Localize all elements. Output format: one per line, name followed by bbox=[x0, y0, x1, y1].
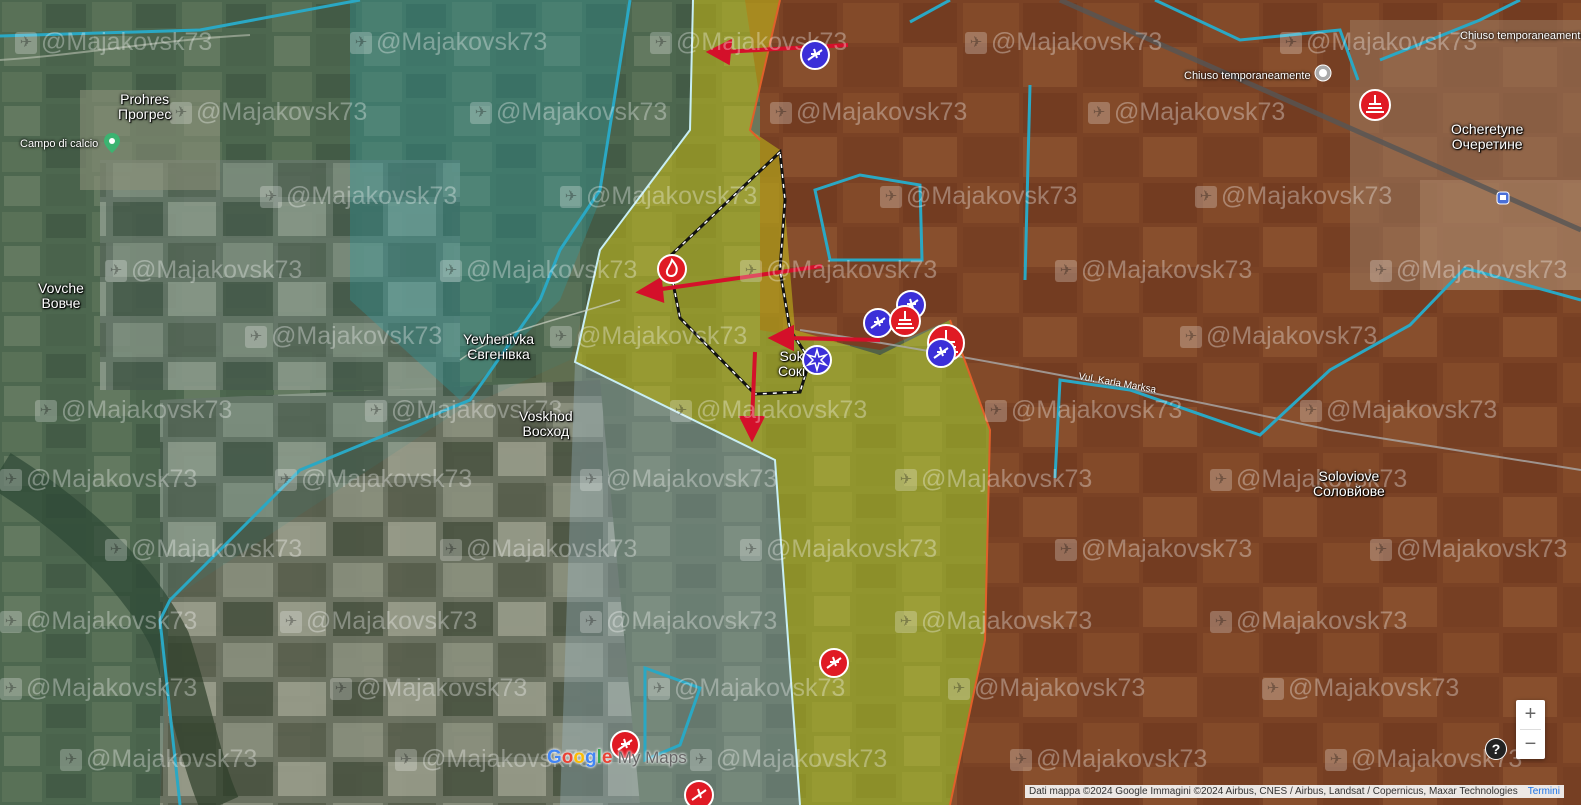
artillery-icon[interactable] bbox=[888, 304, 922, 338]
airstrike-icon[interactable] bbox=[926, 338, 956, 368]
place-label-prohres[interactable]: Prohres Прогрес bbox=[118, 92, 171, 122]
drone-strike-icon[interactable] bbox=[684, 780, 714, 805]
bus-stop-icon[interactable] bbox=[1496, 191, 1510, 205]
poi-label-football-pitch[interactable]: Campo di calcio bbox=[20, 138, 98, 150]
help-button[interactable]: ? bbox=[1485, 738, 1507, 760]
place-name-cyrillic: Вовче bbox=[41, 295, 81, 311]
place-name-latin: Sok bbox=[779, 348, 804, 364]
zoom-control: + − bbox=[1516, 700, 1545, 759]
attribution-text: Dati mappa ©2024 Google Immagini ©2024 A… bbox=[1029, 786, 1518, 797]
poi-label-closed[interactable]: Chiuso temporaneamente bbox=[1184, 70, 1311, 82]
fire-icon[interactable] bbox=[657, 254, 687, 284]
place-label-yevhenivka[interactable]: Yevhenivka Євгенівка bbox=[463, 332, 534, 362]
map-attribution: Dati mappa ©2024 Google Immagini ©2024 A… bbox=[1025, 785, 1564, 798]
closed-poi-icon[interactable] bbox=[1314, 64, 1332, 82]
poi-label-closed[interactable]: Chiuso temporaneamente bbox=[1460, 30, 1581, 42]
place-name-cyrillic: Восход bbox=[522, 423, 570, 439]
place-name-latin: Prohres bbox=[120, 91, 170, 107]
map-canvas[interactable]: ✈ @Majakovsk73 ✈ @Majakovsk73 ✈ @Majakovsk7… bbox=[0, 0, 1581, 805]
place-label-soloviove[interactable]: Soloviove Соловйове bbox=[1313, 469, 1385, 499]
map-imagery bbox=[0, 0, 1581, 805]
place-name-cyrillic: Очеретине bbox=[1451, 136, 1523, 152]
artillery-icon[interactable] bbox=[1358, 88, 1392, 122]
place-label-vovche[interactable]: Vovche Вовче bbox=[38, 281, 84, 311]
place-name-cyrillic: Прогрес bbox=[118, 106, 172, 122]
place-name-latin: Voskhod bbox=[519, 408, 573, 424]
terms-link[interactable]: Termini bbox=[1528, 786, 1560, 797]
place-name-cyrillic: Євгенівка bbox=[467, 346, 530, 362]
airstrike-icon[interactable] bbox=[800, 40, 830, 70]
place-name-cyrillic: Соловйове bbox=[1313, 483, 1385, 499]
place-label-voskhod[interactable]: Voskhod Восход bbox=[519, 409, 573, 439]
zoom-out-button[interactable]: − bbox=[1516, 730, 1545, 759]
google-my-maps-logo: Google My Maps bbox=[547, 747, 687, 768]
place-name-latin: Soloviove bbox=[1318, 468, 1380, 484]
poi-pin-icon[interactable] bbox=[104, 133, 120, 153]
explosion-icon[interactable] bbox=[802, 345, 832, 375]
place-name-latin: Yevhenivka bbox=[463, 331, 535, 347]
place-name-latin: Ocheretyne bbox=[1451, 121, 1524, 137]
drone-strike-icon[interactable] bbox=[819, 648, 849, 678]
place-name-latin: Vovche bbox=[38, 280, 84, 296]
place-label-ocheretyne[interactable]: Ocheretyne Очеретине bbox=[1451, 122, 1523, 152]
zoom-in-button[interactable]: + bbox=[1516, 700, 1545, 729]
